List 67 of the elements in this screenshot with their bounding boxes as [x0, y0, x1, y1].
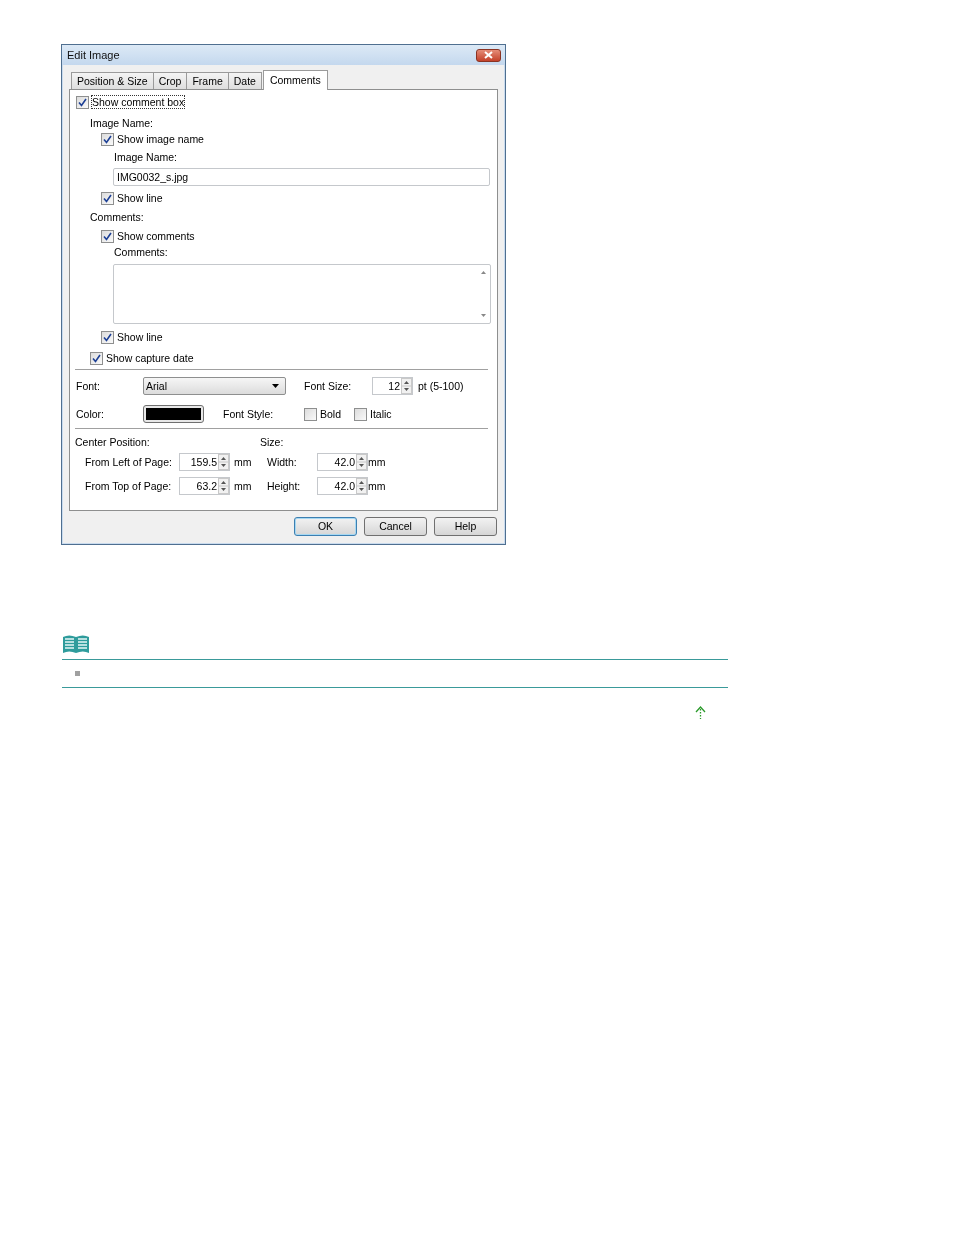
dialog-button[interactable]: Help	[434, 517, 497, 536]
tab[interactable]: Comments	[262, 70, 328, 90]
field-label: Comments:	[114, 246, 168, 258]
field-label: Color:	[76, 408, 105, 420]
field-label: Font:	[76, 380, 101, 392]
spin-field[interactable]: 42.0	[317, 477, 368, 495]
checkbox-label[interactable]: Show comments	[117, 230, 195, 242]
spinner-arrows-icon	[218, 454, 229, 470]
spin-field[interactable]: 42.0	[317, 453, 368, 471]
dialog-button[interactable]: Cancel	[364, 517, 427, 536]
spin-field[interactable]: 12	[372, 377, 413, 395]
checkbox[interactable]	[354, 407, 367, 421]
spinner-arrows-icon	[218, 478, 229, 494]
field-label: Width:	[267, 456, 298, 468]
spinner-arrows-icon	[401, 378, 412, 394]
close-icon	[484, 51, 493, 59]
checkmark-icon	[103, 332, 112, 342]
checkbox[interactable]	[101, 132, 114, 146]
checkmark-icon	[103, 193, 112, 203]
section-label: Comments:	[90, 211, 144, 223]
field-label: Image Name:	[114, 151, 178, 163]
field-label: From Left of Page:	[85, 456, 173, 468]
dialog-button[interactable]: OK	[294, 517, 357, 536]
tab[interactable]: Frame	[186, 72, 229, 89]
checkbox[interactable]	[101, 229, 114, 243]
field-label: From Top of Page:	[85, 480, 173, 492]
checkmark-icon	[103, 231, 112, 241]
checkbox-label[interactable]: Bold	[320, 408, 341, 420]
spin-field[interactable]: 63.2	[179, 477, 230, 495]
checkbox[interactable]	[101, 191, 114, 205]
dropdown-arrow-icon	[272, 384, 279, 388]
unit-label: mm	[368, 480, 387, 492]
window-title: Edit Image	[67, 49, 120, 61]
bullet-icon	[75, 671, 80, 676]
unit-label: mm	[234, 456, 253, 468]
font-dropdown[interactable]: Arial	[143, 377, 286, 395]
text-field[interactable]: IMG0032_s.jpg	[113, 168, 490, 186]
checkbox-label[interactable]: Show comment box	[92, 96, 185, 108]
tab[interactable]: Position & Size	[71, 72, 154, 89]
checkbox[interactable]	[101, 330, 114, 344]
checkmark-icon	[78, 97, 87, 107]
checkbox[interactable]	[90, 351, 103, 365]
book-icon	[62, 634, 90, 655]
field-label: Font Style:	[223, 408, 275, 420]
checkbox-label[interactable]: Show image name	[117, 133, 204, 145]
section-label: Image Name:	[90, 117, 154, 129]
checkmark-icon	[92, 353, 101, 363]
checkbox-label[interactable]: Show line	[117, 331, 163, 343]
checkbox[interactable]	[304, 407, 317, 421]
section-label: Center Position:	[75, 436, 151, 448]
up-arrow-icon	[695, 706, 706, 720]
unit-label: pt (5-100)	[418, 380, 465, 392]
checkbox[interactable]	[76, 95, 89, 109]
checkmark-icon	[103, 134, 112, 144]
checkbox-label[interactable]: Show line	[117, 192, 163, 204]
checkbox-label[interactable]: Italic	[370, 408, 392, 420]
unit-label: mm	[368, 456, 387, 468]
spinner-arrows-icon	[356, 478, 367, 494]
spinner-arrows-icon	[356, 454, 367, 470]
checkbox-label[interactable]: Show capture date	[106, 352, 194, 364]
tab[interactable]: Date	[227, 72, 262, 89]
field-label: Font Size:	[304, 380, 353, 392]
spin-field[interactable]: 159.5	[179, 453, 230, 471]
field-label: Height:	[267, 480, 302, 492]
close-button[interactable]	[476, 48, 501, 62]
section-label: Size:	[260, 436, 285, 448]
unit-label: mm	[234, 480, 253, 492]
